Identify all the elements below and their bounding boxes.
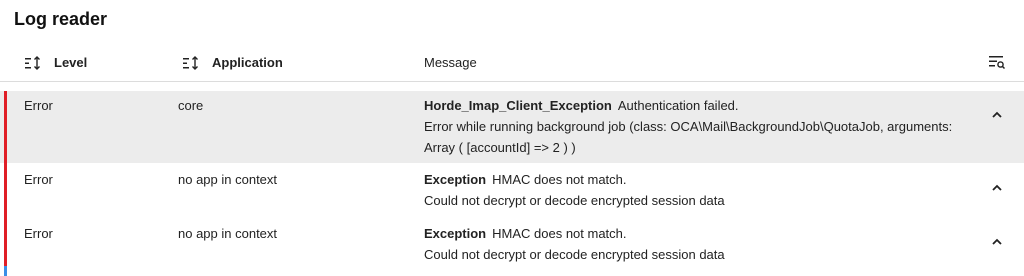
sort-icon <box>25 55 40 70</box>
log-message-detail-line: Could not decrypt or decode encrypted se… <box>424 193 725 208</box>
log-message-summary: Exception HMAC does not match. <box>424 223 972 244</box>
log-row[interactable]: Error core Horde_Imap_Client_Exception Au… <box>0 91 1024 163</box>
chevron-up-icon[interactable] <box>990 237 1004 247</box>
page-title: Log reader <box>14 9 108 29</box>
log-row[interactable]: Error no app in context Exception HMAC do… <box>0 215 1024 276</box>
exception-message: HMAC does not match. <box>492 172 627 187</box>
log-message: Horde_Imap_Client_Exception Authenticatio… <box>424 95 972 158</box>
log-level: Error <box>24 226 53 241</box>
table-header: Level Application Message <box>0 44 1024 82</box>
scroll-accent <box>4 266 7 276</box>
chevron-up-icon[interactable] <box>990 110 1004 120</box>
log-reader-app: Log reader Level Application Message Err… <box>0 0 1024 276</box>
exception-class: Exception <box>424 226 487 241</box>
log-application: no app in context <box>178 226 278 241</box>
log-message-summary: Exception HMAC does not match. <box>424 169 972 190</box>
log-level: Error <box>24 172 53 187</box>
log-application: no app in context <box>178 172 278 187</box>
column-header-level[interactable]: Level <box>24 44 87 81</box>
exception-class: Horde_Imap_Client_Exception <box>424 98 612 113</box>
log-message-detail-line: Error while running background job (clas… <box>424 119 953 134</box>
column-header-application-label: Application <box>212 55 283 70</box>
filter-list-icon[interactable] <box>988 54 1006 70</box>
column-header-application[interactable]: Application <box>182 44 283 81</box>
log-message: Exception HMAC does not match. Could not … <box>424 223 972 265</box>
log-application: core <box>178 98 204 113</box>
exception-message: Authentication failed. <box>617 98 739 113</box>
error-level-indicator <box>4 163 7 215</box>
log-row[interactable]: Error no app in context Exception HMAC do… <box>0 163 1024 215</box>
log-level: Error <box>24 98 53 113</box>
column-header-message: Message <box>424 55 477 70</box>
sort-icon <box>183 55 198 70</box>
log-message-summary: Horde_Imap_Client_Exception Authenticatio… <box>424 95 972 116</box>
column-header-level-label: Level <box>54 55 88 70</box>
exception-class: Exception <box>424 172 487 187</box>
chevron-up-icon[interactable] <box>990 183 1004 193</box>
exception-message: HMAC does not match. <box>492 226 627 241</box>
log-message: Exception HMAC does not match. Could not … <box>424 169 972 211</box>
log-message-detail-line: Could not decrypt or decode encrypted se… <box>424 247 725 262</box>
error-level-indicator <box>4 91 7 163</box>
log-message-detail-line: Array ( [accountId] => 2 ) ) <box>424 140 576 155</box>
